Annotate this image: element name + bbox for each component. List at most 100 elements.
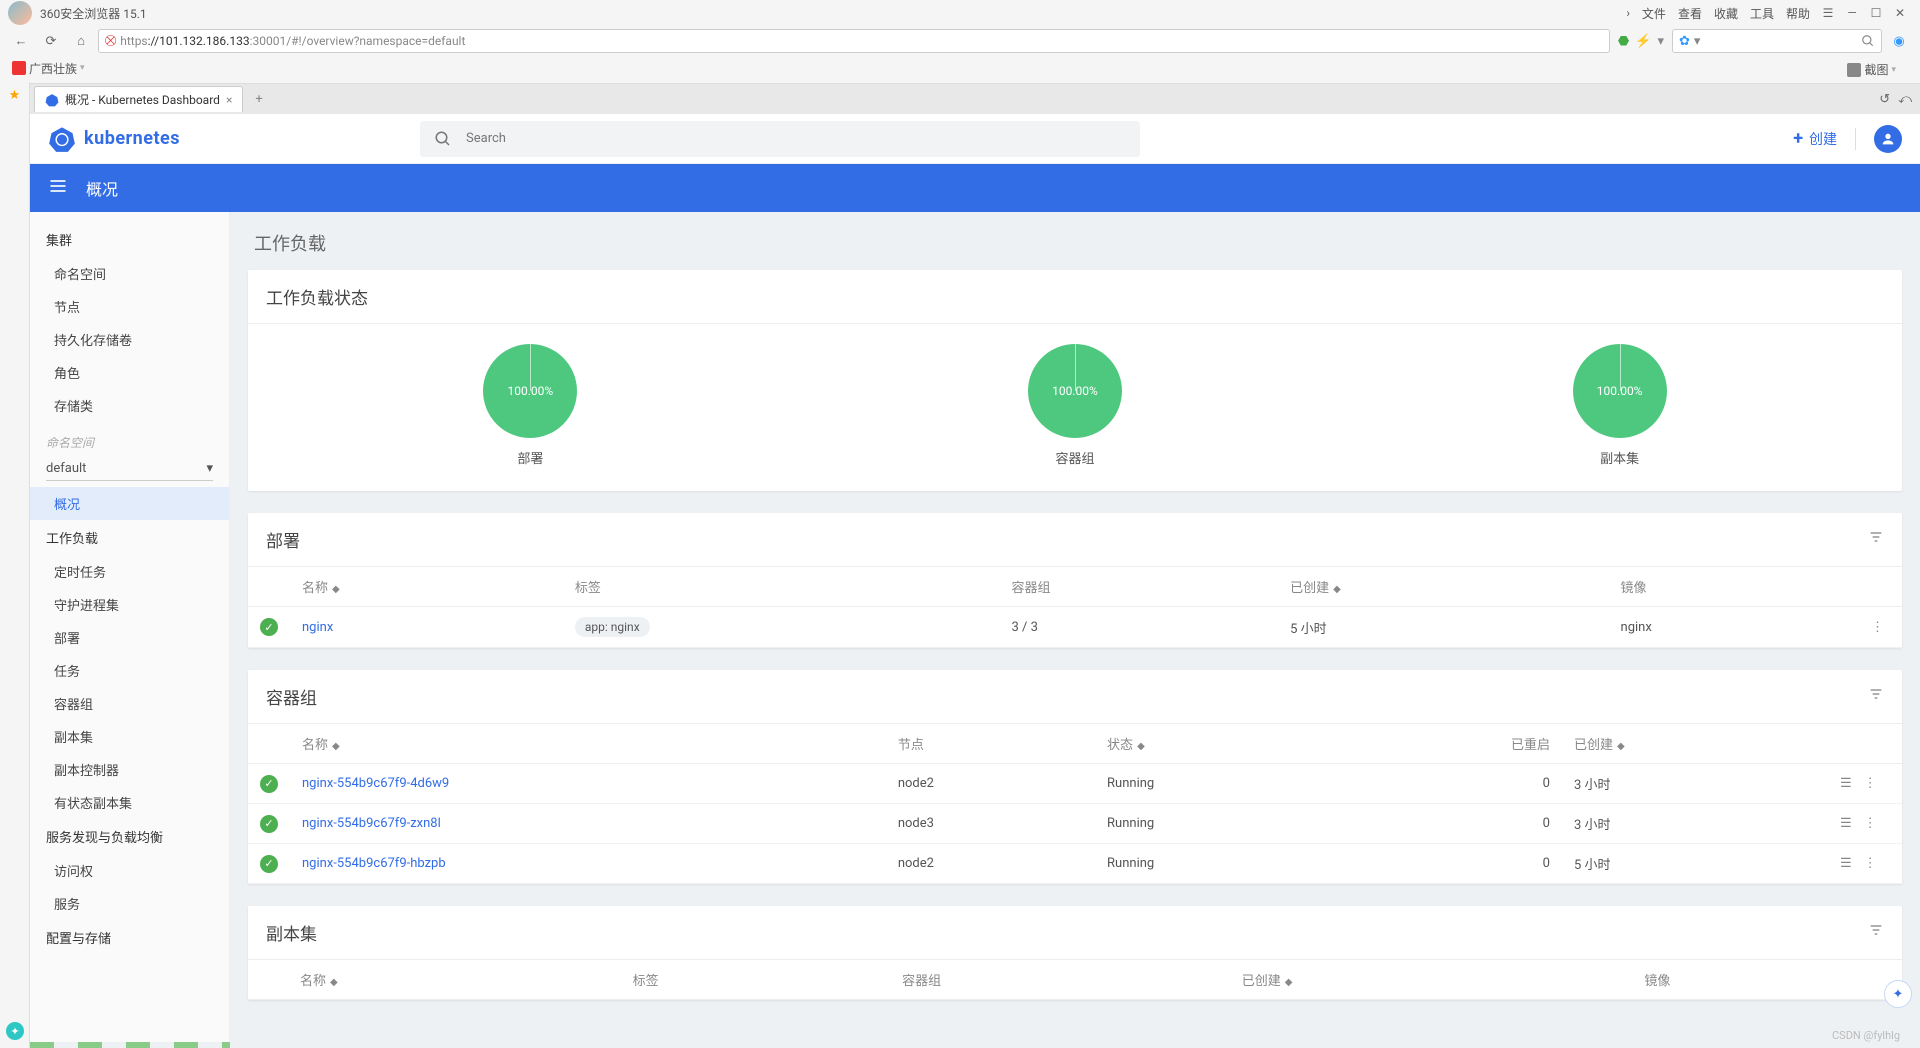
- sidebar-item[interactable]: 副本控制器: [30, 753, 229, 786]
- ext-icon[interactable]: ⬣: [1618, 34, 1629, 49]
- menu-toggle[interactable]: [48, 176, 68, 200]
- new-tab[interactable]: +: [249, 90, 268, 109]
- reload-button[interactable]: ⟳: [38, 29, 64, 53]
- search-icon: [1861, 34, 1875, 48]
- status-item: 100.00%容器组: [1028, 344, 1122, 467]
- tab-close[interactable]: ×: [226, 93, 232, 107]
- browser-side-strip: ★: [0, 82, 30, 1048]
- pod-link[interactable]: nginx-554b9c67f9-4d6w9: [290, 764, 886, 804]
- deploy-link[interactable]: nginx: [290, 607, 563, 648]
- table-row: ✓ nginx-554b9c67f9-4d6w9 node2Running03 …: [248, 764, 1902, 804]
- profile-avatar[interactable]: [8, 1, 32, 25]
- user-icon[interactable]: [1874, 125, 1902, 153]
- col-pods: 容器组: [1000, 567, 1279, 607]
- more-icon[interactable]: ⋮: [1865, 620, 1890, 635]
- kubernetes-icon: [45, 93, 59, 107]
- menu-tools[interactable]: 工具: [1750, 5, 1774, 22]
- col-name[interactable]: 名称: [302, 738, 328, 753]
- menu-favorites[interactable]: 收藏: [1714, 5, 1738, 22]
- url-host: ://101.132.186.133: [148, 34, 250, 48]
- bookmark-item[interactable]: 广西壮族▾: [8, 58, 101, 79]
- star-icon[interactable]: ★: [9, 88, 21, 103]
- sidebar-workloads[interactable]: 工作负载: [30, 520, 229, 555]
- assistant-button[interactable]: ✦: [1884, 980, 1912, 1008]
- col-status[interactable]: 状态: [1107, 738, 1133, 753]
- sidebar-item[interactable]: 部署: [30, 621, 229, 654]
- menu-help[interactable]: 帮助: [1786, 5, 1810, 22]
- logs-icon[interactable]: ☰: [1834, 776, 1858, 791]
- sidebar-item[interactable]: 有状态副本集: [30, 786, 229, 819]
- sidebar-item[interactable]: 服务: [30, 887, 229, 920]
- col-created[interactable]: 已创建: [1290, 581, 1329, 596]
- browser-title: 360安全浏览器 15.1: [40, 5, 147, 22]
- sidebar-overview[interactable]: 概况: [30, 487, 229, 520]
- browser-search[interactable]: ✿ ▾: [1672, 29, 1882, 53]
- success-icon: ✓: [260, 855, 278, 873]
- sidebar-item[interactable]: 定时任务: [30, 555, 229, 588]
- pie-chart: 100.00%: [1028, 344, 1122, 438]
- filter-icon[interactable]: [1868, 922, 1884, 943]
- float-button[interactable]: ✦: [6, 1022, 24, 1040]
- window-close[interactable]: ✕: [1892, 6, 1908, 20]
- home-button[interactable]: ⌂: [68, 29, 94, 53]
- url-path: :30001/#!/overview?namespace=default: [250, 34, 466, 48]
- caret-icon[interactable]: ▾: [1657, 34, 1664, 49]
- sidebar-item[interactable]: 命名空间: [30, 257, 229, 290]
- sidebar-item[interactable]: 持久化存储卷: [30, 323, 229, 356]
- sidebar-item[interactable]: 节点: [30, 290, 229, 323]
- more-icon[interactable]: ⋮: [1858, 856, 1883, 871]
- sidebar-item[interactable]: 容器组: [30, 687, 229, 720]
- col-created[interactable]: 已创建: [1242, 974, 1281, 989]
- sidebar-item[interactable]: 任务: [30, 654, 229, 687]
- col-image: 镜像: [1632, 960, 1902, 1000]
- status-item: 100.00%副本集: [1573, 344, 1667, 467]
- logs-icon[interactable]: ☰: [1834, 816, 1858, 831]
- watermark: CSDN @fylhlg: [1832, 1029, 1900, 1042]
- filter-icon[interactable]: [1868, 686, 1884, 707]
- sidebar-item[interactable]: 角色: [30, 356, 229, 389]
- col-name[interactable]: 名称: [300, 974, 326, 989]
- window-minimize[interactable]: —: [1844, 6, 1860, 20]
- search-icon: [434, 130, 452, 148]
- menu-file[interactable]: 文件: [1642, 5, 1666, 22]
- sidebar-item[interactable]: 守护进程集: [30, 588, 229, 621]
- pod-link[interactable]: nginx-554b9c67f9-hbzpb: [290, 844, 886, 884]
- namespace-select[interactable]: default ▾: [46, 457, 213, 481]
- create-button[interactable]: + 创建: [1793, 128, 1837, 149]
- url-actions: ⬣ ⚡ ▾: [1614, 34, 1668, 49]
- menu-view[interactable]: 查看: [1678, 5, 1702, 22]
- sidebar-item[interactable]: 副本集: [30, 720, 229, 753]
- sidebar-item[interactable]: 存储类: [30, 389, 229, 422]
- url-input[interactable]: ⛒ https ://101.132.186.133 :30001/#!/ove…: [98, 29, 1610, 53]
- kubernetes-logo-icon: [48, 125, 76, 153]
- sidebar-config[interactable]: 配置与存储: [30, 920, 229, 955]
- sidebar: 集群 命名空间节点持久化存储卷角色存储类 命名空间 default ▾ 概况 工…: [30, 212, 230, 1048]
- pod-link[interactable]: nginx-554b9c67f9-zxn8l: [290, 804, 886, 844]
- window-settings[interactable]: ☰: [1820, 6, 1836, 20]
- more-icon[interactable]: ⋮: [1858, 776, 1883, 791]
- logs-icon[interactable]: ☰: [1834, 856, 1858, 871]
- filter-icon[interactable]: [1868, 529, 1884, 550]
- globe-icon[interactable]: ◉: [1886, 29, 1912, 53]
- bottom-deco: [30, 1042, 230, 1048]
- undo-icon[interactable]: ⤺: [1898, 92, 1912, 107]
- bookmark-item[interactable]: 截图▾: [1843, 59, 1912, 80]
- menu-chevron[interactable]: ›: [1626, 6, 1630, 20]
- plus-icon: +: [1793, 128, 1803, 149]
- restore-icon[interactable]: ↺: [1879, 92, 1890, 107]
- tab-active[interactable]: 概况 - Kubernetes Dashboard ×: [34, 86, 243, 112]
- col-name[interactable]: 名称: [302, 581, 328, 596]
- sidebar-cluster[interactable]: 集群: [30, 222, 229, 257]
- rs-title: 副本集: [266, 920, 317, 945]
- app-search[interactable]: Search: [420, 121, 1140, 157]
- success-icon: ✓: [260, 775, 278, 793]
- back-button[interactable]: ←: [8, 29, 34, 53]
- app-header: kubernetes Search + 创建: [30, 114, 1920, 164]
- col-created[interactable]: 已创建: [1574, 738, 1613, 753]
- sidebar-discovery[interactable]: 服务发现与负载均衡: [30, 819, 229, 854]
- window-maximize[interactable]: ☐: [1868, 6, 1884, 20]
- sidebar-item[interactable]: 访问权: [30, 854, 229, 887]
- deploy-card: 部署 名称◆ 标签 容器组 已创建◆ 镜像 ✓ ngi: [248, 513, 1902, 648]
- bolt-icon[interactable]: ⚡: [1635, 34, 1651, 49]
- more-icon[interactable]: ⋮: [1858, 816, 1883, 831]
